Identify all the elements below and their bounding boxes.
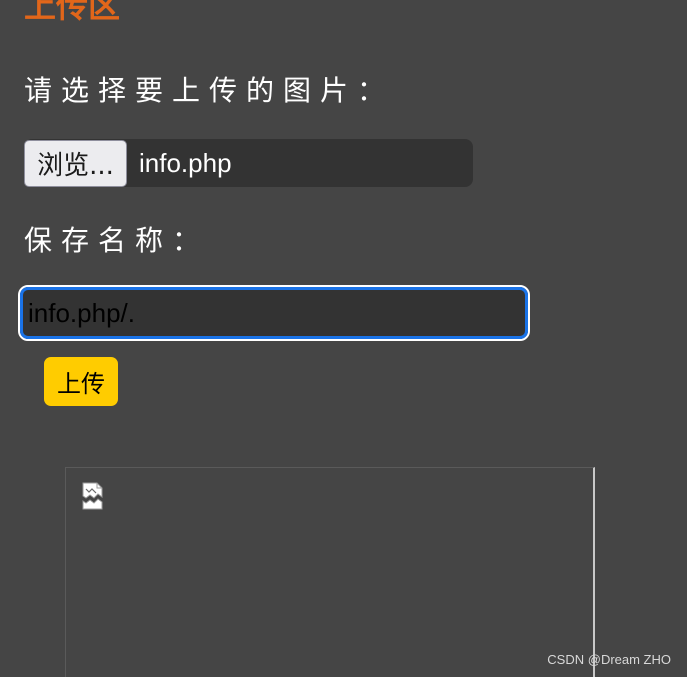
save-name-label: 保存名称： <box>24 224 210 257</box>
select-image-label: 请选择要上传的图片： <box>24 74 395 107</box>
browse-button[interactable]: 浏览... <box>24 139 127 187</box>
broken-image-icon <box>80 481 108 511</box>
upload-page: 上传区 请选择要上传的图片： 浏览... info.php 保存名称： 上传 C… <box>0 0 687 677</box>
image-preview-frame <box>65 467 595 677</box>
upload-button[interactable]: 上传 <box>44 357 118 406</box>
file-picker[interactable]: 浏览... info.php <box>24 139 473 187</box>
selected-file-name: info.php <box>139 147 232 178</box>
save-name-input[interactable] <box>18 285 530 341</box>
watermark: CSDN @Dream ZHO <box>547 652 671 667</box>
section-title: 上传区 <box>24 0 121 25</box>
